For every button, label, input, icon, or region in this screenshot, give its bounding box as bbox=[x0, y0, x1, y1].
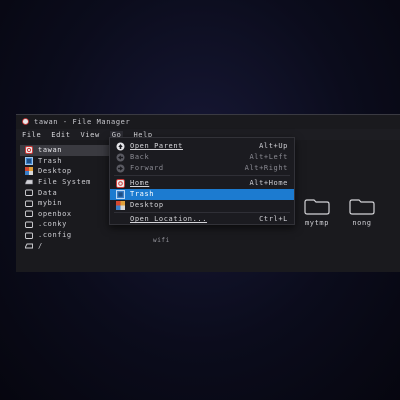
folder-item[interactable]: nong bbox=[345, 199, 379, 227]
sidebar-item-mybin[interactable]: mybin bbox=[20, 198, 112, 209]
menu-file[interactable]: File bbox=[22, 131, 41, 139]
desktop-icon bbox=[116, 200, 125, 210]
sidebar-item-desktop[interactable]: Desktop bbox=[20, 166, 112, 177]
sidebar-item-config[interactable]: .config bbox=[20, 230, 112, 241]
home-icon bbox=[116, 178, 125, 188]
trash-icon bbox=[25, 156, 33, 165]
folder-icon bbox=[25, 243, 33, 249]
window-title: tawan - File Manager bbox=[34, 117, 131, 126]
menu-separator bbox=[114, 212, 290, 213]
menu-item-desktop[interactable]: Desktop bbox=[110, 200, 294, 211]
menu-item-forward[interactable]: Forward Alt+Right bbox=[110, 163, 294, 174]
arrow-up-icon bbox=[116, 142, 125, 151]
app-icon bbox=[22, 118, 29, 125]
folder-icon bbox=[25, 221, 33, 228]
folder-icon bbox=[25, 232, 33, 239]
trash-icon bbox=[116, 189, 125, 199]
sidebar-item-home[interactable]: tawan bbox=[20, 145, 112, 156]
drive-icon bbox=[25, 179, 33, 185]
menu-item-home[interactable]: Home Alt+Home bbox=[110, 178, 294, 189]
desktop-icon bbox=[25, 167, 33, 176]
sidebar-item-openbox[interactable]: openbox bbox=[20, 209, 112, 220]
sidebar-item-conky[interactable]: .conky bbox=[20, 219, 112, 230]
folder-label: wifi bbox=[153, 237, 170, 244]
menu-item-open-location[interactable]: Open Location... Ctrl+L bbox=[110, 214, 294, 225]
home-icon bbox=[25, 146, 33, 155]
menu-item-back[interactable]: Back Alt+Left bbox=[110, 152, 294, 163]
menu-view[interactable]: View bbox=[81, 131, 100, 139]
sidebar-item-file-system[interactable]: File System bbox=[20, 177, 112, 188]
places-sidebar: tawan Trash Desktop File System Data myb… bbox=[20, 145, 112, 251]
menu-item-trash[interactable]: Trash bbox=[110, 189, 294, 200]
sidebar-item-root[interactable]: / bbox=[20, 240, 112, 251]
menu-edit[interactable]: Edit bbox=[51, 131, 70, 139]
menu-separator bbox=[114, 175, 290, 176]
folder-item[interactable]: mytmp bbox=[300, 199, 334, 227]
title-bar[interactable]: tawan - File Manager bbox=[16, 115, 400, 128]
folder-icon bbox=[304, 199, 330, 215]
menu-item-open-parent[interactable]: Open Parent Alt+Up bbox=[110, 141, 294, 152]
go-menu-dropdown: Open Parent Alt+Up Back Alt+Left Forward… bbox=[109, 137, 295, 225]
sidebar-item-trash[interactable]: Trash bbox=[20, 156, 112, 167]
sidebar-item-data[interactable]: Data bbox=[20, 187, 112, 198]
folder-icon bbox=[349, 199, 375, 215]
folder-icon bbox=[25, 189, 33, 197]
folder-icon bbox=[25, 210, 33, 218]
folder-icon bbox=[25, 200, 33, 207]
arrow-right-icon bbox=[116, 164, 125, 173]
arrow-left-icon bbox=[116, 153, 125, 162]
